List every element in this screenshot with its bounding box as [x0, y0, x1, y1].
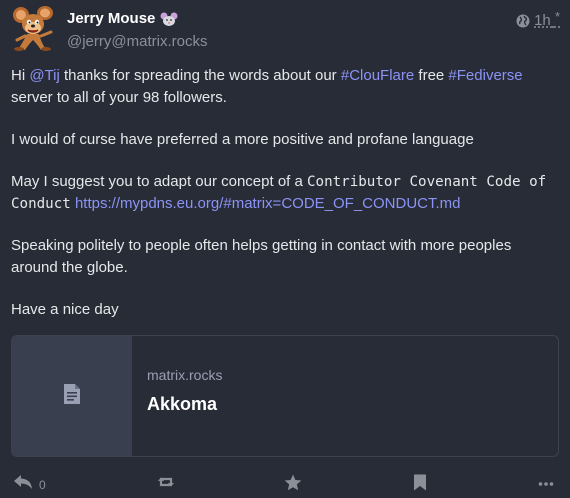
code-of-conduct-link[interactable]: https://mypdns.eu.org/#matrix=CODE_OF_CO… [75, 195, 461, 212]
globe-icon [516, 14, 530, 28]
text-span: free [414, 67, 449, 84]
timestamp-link[interactable]: 1h * [534, 9, 560, 29]
hashtag-link-clouflare[interactable]: #ClouFlare [341, 67, 414, 84]
timestamp-text: 1h [534, 12, 551, 29]
avatar-mouse-image [13, 6, 53, 51]
mention-link[interactable]: @Tij [29, 67, 60, 84]
card-title: Akkoma [147, 394, 218, 414]
status-content: Hi @Tij thanks for spreading the words a… [11, 65, 561, 341]
boost-button[interactable] [156, 474, 176, 490]
text-span: Hi [11, 67, 30, 84]
bookmark-button[interactable] [413, 474, 427, 491]
author-display-name[interactable]: Jerry Mouse [67, 10, 178, 27]
bookmark-icon [413, 474, 427, 491]
edited-marker: * [554, 9, 560, 24]
hashtag-link-fediverse[interactable]: #Fediverse [448, 67, 522, 84]
mouse-emoji-icon [160, 11, 178, 27]
content-paragraph-1: Hi @Tij thanks for spreading the words a… [11, 65, 561, 109]
content-paragraph-2: I would of curse have preferred a more p… [11, 131, 474, 148]
content-paragraph-5: Have a nice day [11, 301, 119, 318]
link-preview-card[interactable]: matrix.rocks Akkoma [11, 335, 559, 457]
status-action-bar: 0 [0, 470, 570, 498]
status-meta: 1h * [516, 9, 560, 29]
card-host: matrix.rocks [147, 367, 223, 383]
reply-button[interactable]: 0 [13, 474, 46, 492]
content-paragraph-4: Speaking politely to people often helps … [11, 237, 512, 276]
star-icon [284, 474, 302, 491]
avatar[interactable] [11, 6, 57, 52]
text-span: thanks for spreading the words about our [59, 67, 341, 84]
content-paragraph-3: May I suggest you to adapt our concept o… [11, 171, 561, 215]
author-name-text: Jerry Mouse [67, 10, 156, 27]
status-post: Jerry Mouse @jerry@matrix.rocks 1h * Hi … [0, 0, 570, 498]
retweet-icon [156, 474, 176, 490]
card-thumbnail [12, 336, 132, 456]
reply-icon [13, 474, 33, 490]
author-handle[interactable]: @jerry@matrix.rocks [67, 33, 207, 50]
more-options-button[interactable] [538, 474, 554, 490]
document-icon [63, 383, 81, 410]
favourite-button[interactable] [284, 474, 302, 491]
ellipsis-icon [538, 474, 554, 490]
text-span: server to all of your 98 followers. [11, 89, 227, 106]
reply-count: 0 [39, 478, 46, 492]
text-span: May I suggest you to adapt our concept o… [11, 173, 308, 190]
